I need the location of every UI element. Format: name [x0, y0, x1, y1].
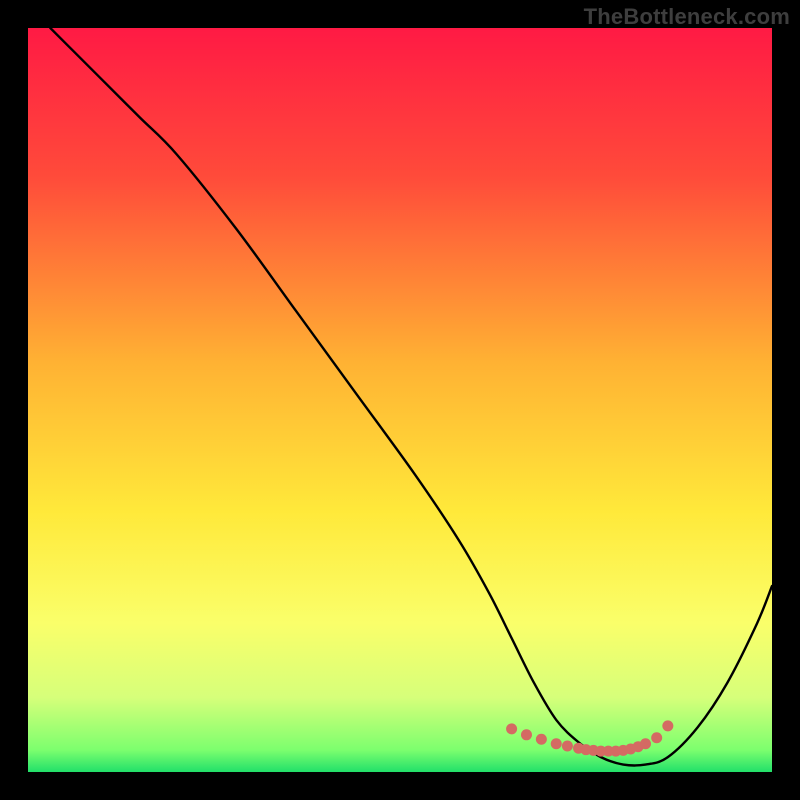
highlight-dot: [521, 729, 532, 740]
highlight-dot: [562, 740, 573, 751]
chart-frame: TheBottleneck.com: [0, 0, 800, 800]
gradient-background: [28, 28, 772, 772]
highlight-dot: [536, 734, 547, 745]
highlight-dot: [662, 720, 673, 731]
highlight-dot: [651, 732, 662, 743]
plot-area: [28, 28, 772, 772]
highlight-dot: [506, 723, 517, 734]
chart-svg: [28, 28, 772, 772]
watermark-text: TheBottleneck.com: [584, 4, 790, 30]
highlight-dot: [551, 738, 562, 749]
highlight-dot: [640, 738, 651, 749]
